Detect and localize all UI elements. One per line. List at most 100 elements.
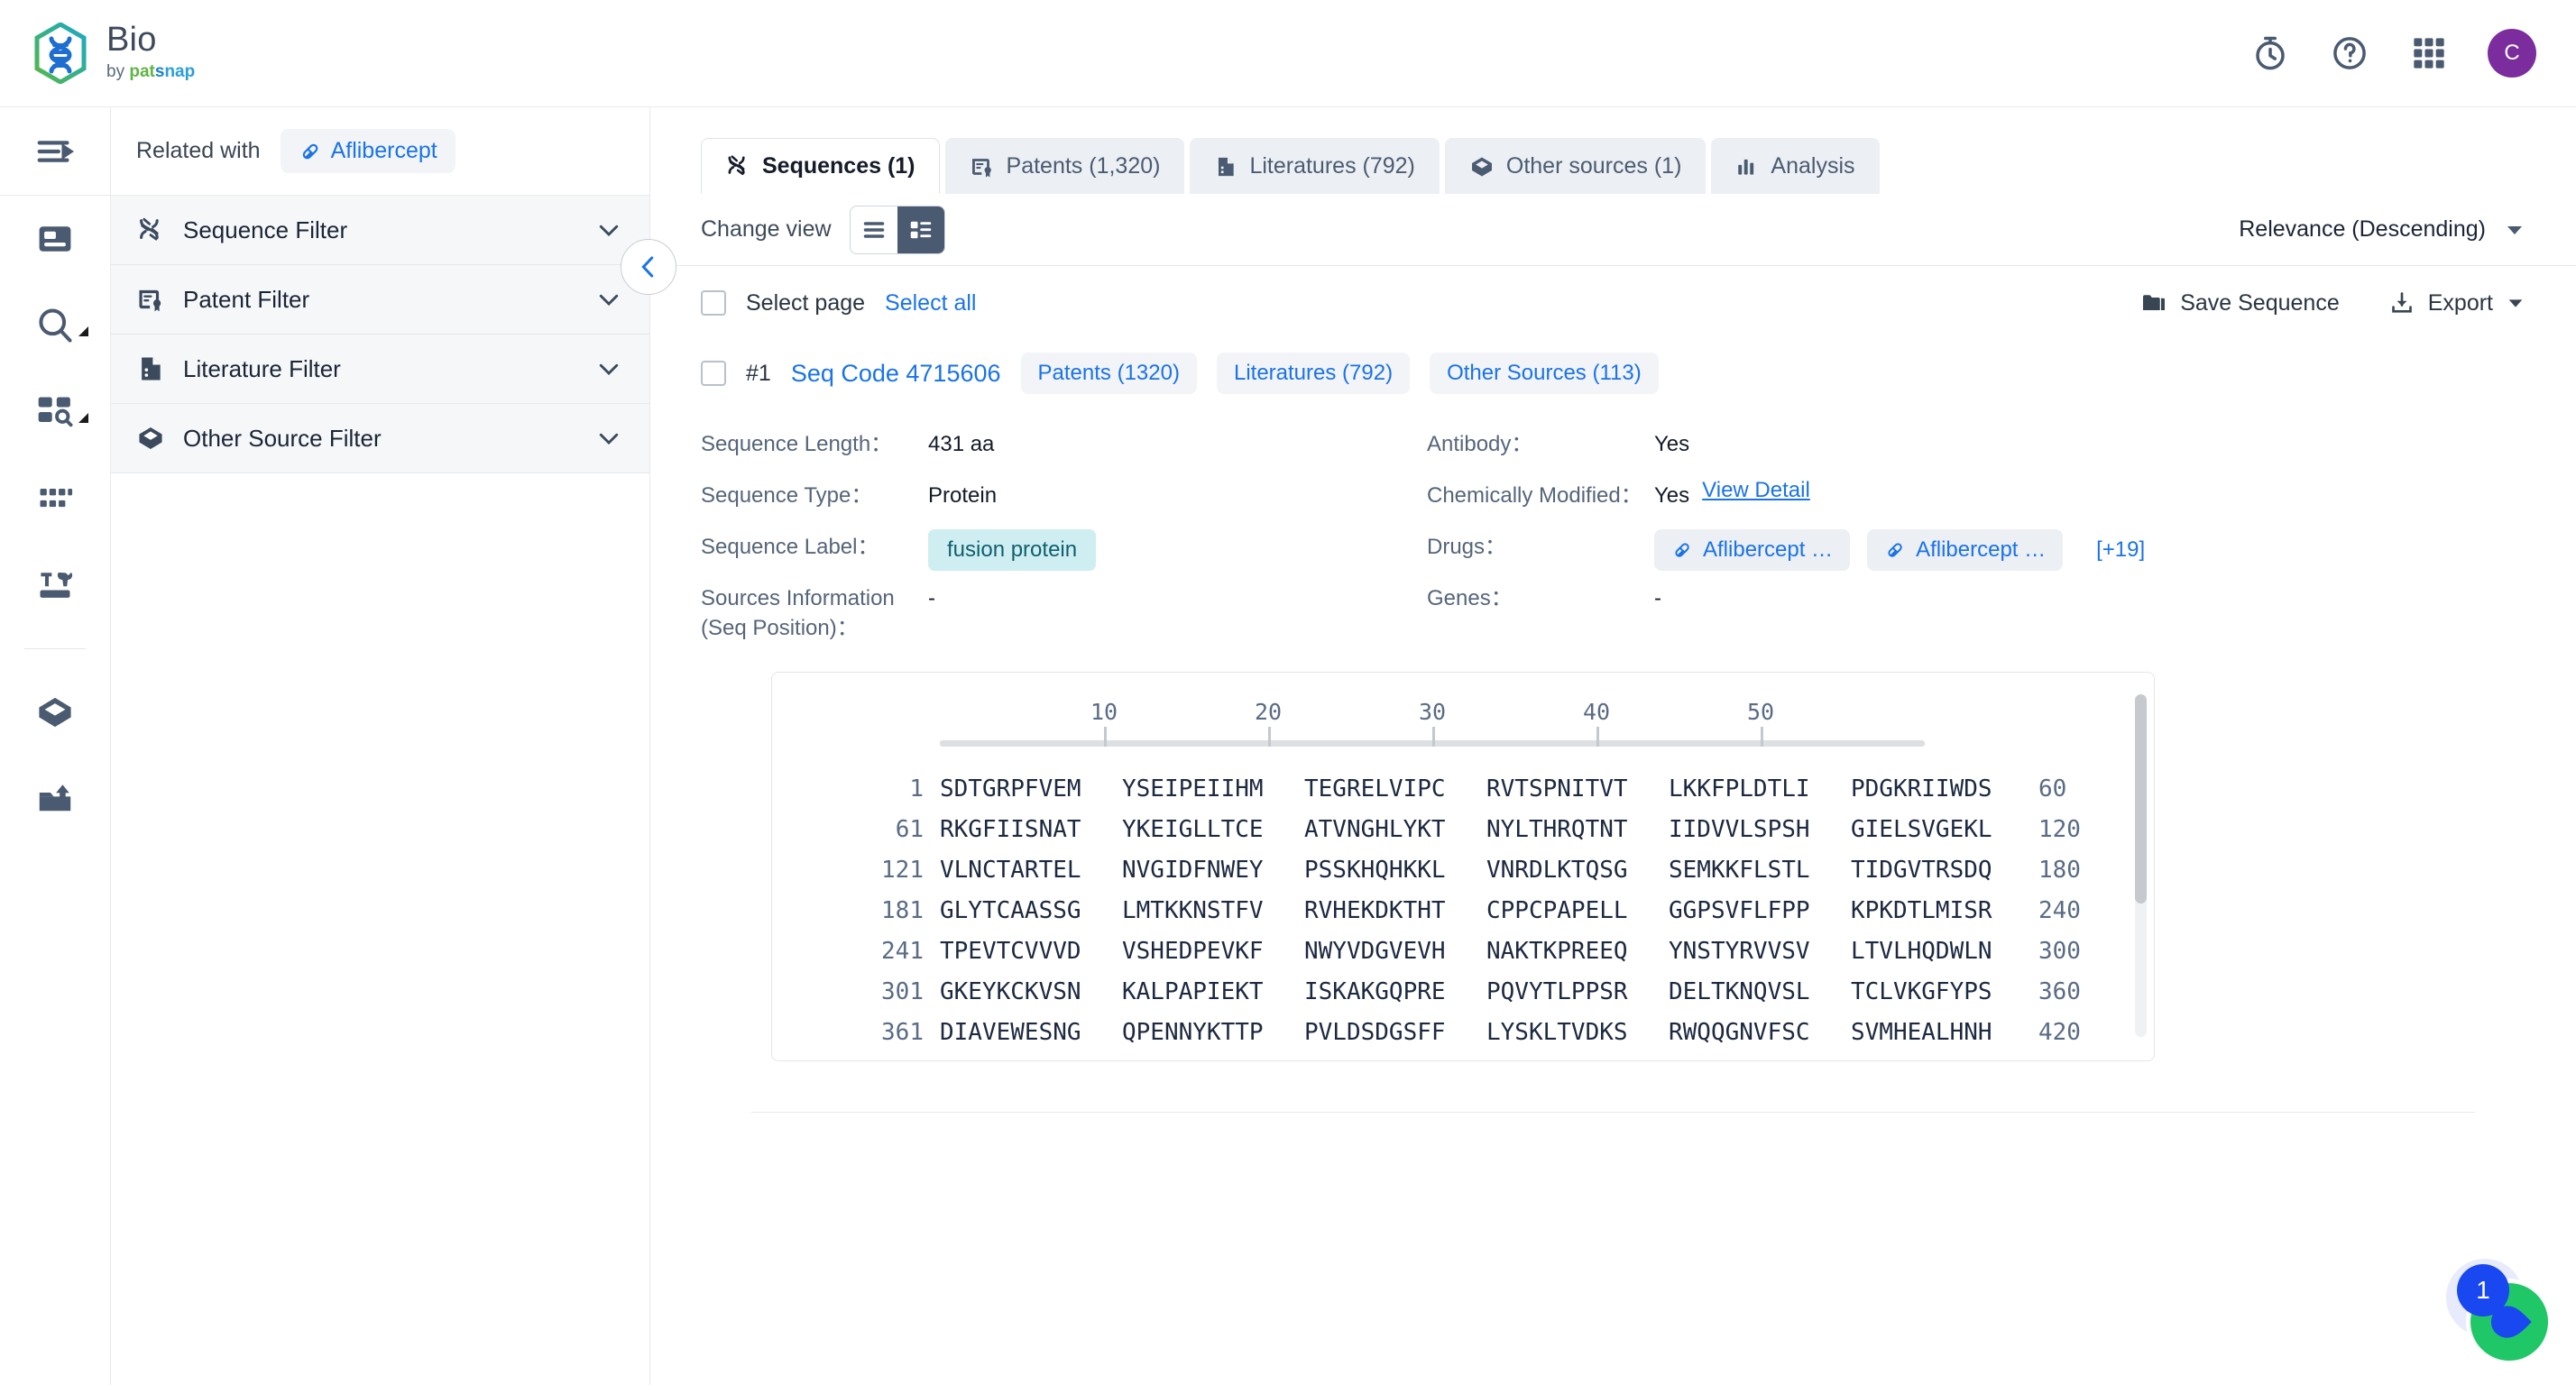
sidebar-item-layers[interactable]	[0, 669, 110, 756]
field-sequence-length: Sequence Length： 431 aa	[701, 427, 1427, 478]
sequence-chunk: QPENNYKTTP	[1122, 1018, 1264, 1046]
sequence-chunk: PDGKRIIWDS	[1851, 775, 1992, 803]
field-sequence-label: Sequence Label： fusion protein	[701, 529, 1427, 581]
result-checkbox[interactable]	[701, 361, 726, 386]
sidebar-item-upload-inbox[interactable]	[0, 756, 110, 842]
left-rail	[0, 107, 111, 1385]
sidebar-item-document[interactable]	[0, 196, 110, 282]
related-drug-chip[interactable]: Aflibercept	[280, 129, 455, 173]
sequence-row-end: 300	[2038, 937, 2081, 965]
change-view-group: Change view	[701, 205, 945, 254]
chevron-down-icon	[599, 225, 619, 237]
sequence-result-card: #1 Seq Code 4715606 Patents (1320) Liter…	[650, 340, 2576, 1114]
sidebar-item-tools[interactable]	[0, 542, 110, 628]
sort-dropdown[interactable]: Relevance (Descending)	[2239, 216, 2525, 243]
drugs-more-link[interactable]: [+19]	[2096, 537, 2145, 563]
dna-icon	[728, 155, 745, 176]
export-button[interactable]: Export	[2388, 289, 2525, 316]
sequence-row: 301 GKEYKCKVSN KALPAPIEKT ISKAKGQPRE PQVYTLP…	[772, 971, 2154, 1012]
ruler-tick-label: 50	[1746, 699, 1775, 726]
filter-other-source-label: Other Source Filter	[183, 424, 382, 452]
filter-patent[interactable]: Patent Filter	[111, 265, 649, 335]
sequence-chunk: NYLTHRQTNT	[1486, 815, 1628, 843]
other-source-icon	[139, 427, 162, 449]
avatar[interactable]: C	[2488, 29, 2536, 78]
drug-chip-2[interactable]: Aflibercept …	[1867, 529, 2064, 571]
field-sequence-label-key: Sequence Label：	[701, 535, 879, 559]
tab-other-sources[interactable]: Other sources (1)	[1444, 138, 1707, 194]
sidebar-item-grid-search[interactable]	[0, 369, 110, 455]
drugs-list: Aflibercept … Aflibercept … [+19]	[1654, 529, 2145, 571]
chevron-down-icon	[2508, 299, 2523, 307]
result-header: #1 Seq Code 4715606 Patents (1320) Liter…	[701, 340, 2525, 407]
card-view-icon[interactable]	[897, 206, 944, 253]
help-icon[interactable]	[2329, 32, 2370, 74]
result-chip-literatures[interactable]: Literatures (792)	[1216, 353, 1411, 394]
brand-by: by	[106, 62, 125, 82]
sequence-viewer-inner: 10 20 30 40 50 1 SDTGRPFVEM YSEIPEIIHM TEGRELVI…	[772, 673, 2154, 1052]
select-page-checkbox[interactable]	[701, 290, 726, 316]
save-sequence-button[interactable]: Save Sequence	[2140, 289, 2340, 316]
filter-other-source[interactable]: Other Source Filter	[111, 404, 649, 473]
result-chip-other-sources[interactable]: Other Sources (113)	[1430, 353, 1659, 394]
sequence-ruler: 10 20 30 40 50	[940, 696, 1925, 752]
result-chip-patents[interactable]: Patents (1320)	[1020, 353, 1197, 394]
sequence-chunk: NVGIDFNWEY	[1122, 856, 1264, 884]
metadata-left-column: Sequence Length： 431 aa Sequence Type： P…	[701, 427, 1427, 643]
result-seq-code-link[interactable]: Seq Code 4715606	[791, 360, 1001, 388]
sequence-chunk: DELTKNQVSL	[1669, 977, 1810, 1005]
stopwatch-icon[interactable]	[2249, 32, 2291, 74]
sequence-scrollbar-thumb[interactable]	[2135, 694, 2147, 904]
sequence-chunk: NWYVDGVEVH	[1304, 937, 1446, 965]
brand-logo-block[interactable]: Bio by patsnap	[32, 22, 195, 84]
brand-subtitle: by patsnap	[106, 61, 195, 84]
tab-analysis[interactable]: Analysis	[1711, 138, 1880, 194]
metadata-right-column: Antibody： Yes Chemically Modified： Yes V…	[1427, 427, 2145, 643]
collapse-panel-button[interactable]	[621, 239, 676, 295]
sidebar-item-dots-grid[interactable]	[0, 455, 110, 542]
literature-icon	[142, 357, 161, 381]
other-source-icon	[1471, 157, 1492, 176]
field-chemically-modified-key: Chemically Modified：	[1427, 483, 1642, 508]
field-sequence-type-value: Protein	[928, 483, 998, 508]
field-drugs-key: Drugs：	[1427, 535, 1507, 559]
apps-grid-icon[interactable]	[2408, 32, 2450, 74]
view-detail-link[interactable]: View Detail	[1702, 478, 1810, 503]
filter-panel: Related with Aflibercept Sequence Filter	[111, 107, 650, 1385]
filter-sequence[interactable]: Sequence Filter	[111, 196, 649, 265]
sequence-chunk: LTVLHQDWLN	[1851, 937, 1992, 965]
sequence-chunk: KPKDTLMISR	[1851, 896, 1992, 924]
sequence-row-start: 241	[881, 937, 924, 965]
result-metadata: Sequence Length： 431 aa Sequence Type： P…	[701, 407, 2525, 643]
sidebar-item-search[interactable]	[0, 282, 110, 369]
patent-icon	[971, 158, 991, 178]
chevron-down-icon	[599, 363, 619, 376]
ruler-tick	[1761, 727, 1763, 748]
select-all-link[interactable]: Select all	[885, 290, 976, 316]
list-view-icon[interactable]	[851, 206, 897, 253]
sequence-row-chunks: GLYTCAASSG LMTKKNSTFV RVHEKDKTHT CPPCPAPELL…	[940, 897, 2033, 924]
sequence-rows: 1 SDTGRPFVEM YSEIPEIIHM TEGRELVIPC RVTSPNITV…	[772, 768, 2154, 1052]
expand-sidebar-icon[interactable]	[0, 107, 110, 196]
top-bar-actions: C	[2249, 29, 2544, 78]
capsule-icon	[302, 143, 317, 159]
drug-chip-1[interactable]: Aflibercept …	[1654, 529, 1851, 571]
sequence-chunk: ISKAKGQPRE	[1304, 977, 1446, 1005]
tab-sequences-label: Sequences (1)	[762, 152, 915, 179]
chat-widget[interactable]: 1	[2446, 1259, 2553, 1365]
brand-text: Bio by patsnap	[106, 22, 195, 84]
sequence-row-end: 240	[2038, 896, 2081, 924]
tab-other-sources-label: Other sources (1)	[1505, 153, 1682, 179]
tab-literatures[interactable]: Literatures (792)	[1190, 138, 1440, 194]
literature-icon	[1219, 157, 1235, 176]
sequence-scrollbar[interactable]	[2135, 694, 2147, 1038]
tab-patents[interactable]: Patents (1,320)	[944, 138, 1185, 194]
filter-literature[interactable]: Literature Filter	[111, 335, 649, 404]
bar-chart-icon	[1738, 159, 1754, 175]
sequence-label-chip[interactable]: fusion protein	[928, 529, 1097, 571]
field-genes: Genes： -	[1427, 581, 2145, 632]
selection-toolbar: Select page Select all Save Sequence Exp…	[650, 266, 2576, 340]
tab-sequences[interactable]: Sequences (1)	[701, 138, 940, 194]
sequence-chunk: KALPAPIEKT	[1122, 977, 1264, 1005]
sequence-chunk: TCLVKGFYPS	[1851, 977, 1992, 1005]
